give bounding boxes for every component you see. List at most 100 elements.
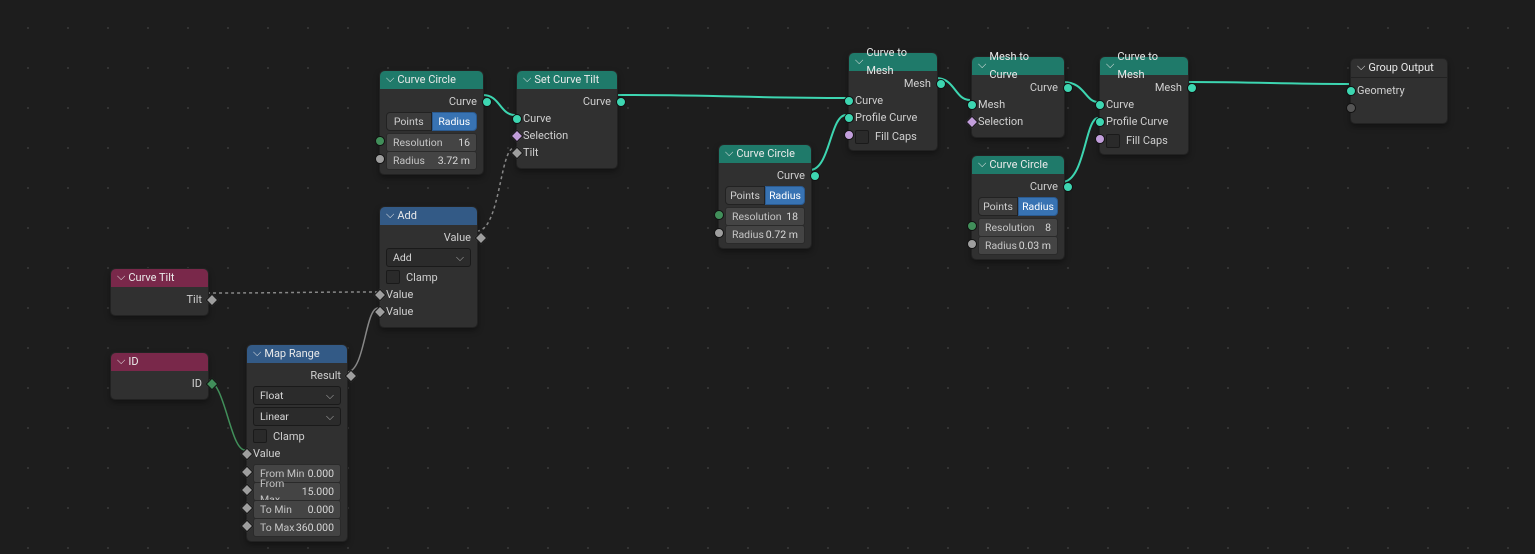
node-set-curve-tilt[interactable]: ⌵Set Curve Tilt Curve Curve Selection Ti…: [516, 70, 618, 169]
in-socket[interactable]: [241, 520, 254, 533]
node-curve-to-mesh-1[interactable]: ⌵Curve to Mesh Mesh Curve Profile Curve …: [848, 52, 938, 151]
title: Set Curve Tilt: [534, 71, 599, 89]
in-socket[interactable]: [241, 448, 254, 461]
out-socket[interactable]: [1063, 182, 1073, 192]
node-header[interactable]: ⌵Mesh to Curve: [972, 57, 1064, 75]
pill-points[interactable]: Points: [725, 186, 765, 205]
check-icon: [1106, 134, 1120, 148]
field-to-min[interactable]: To Min0.000: [253, 500, 341, 519]
title: Curve Circle: [397, 71, 456, 89]
node-map-range[interactable]: ⌵Map Range Result Float Linear Clamp Val…: [246, 344, 348, 542]
node-curve-circle-2[interactable]: ⌵Curve Circle Curve Points Radius Resolu…: [718, 144, 812, 249]
node-mesh-to-curve[interactable]: ⌵Mesh to Curve Curve Mesh Selection: [971, 56, 1065, 138]
node-group-output[interactable]: ⌵Group Output Geometry: [1350, 58, 1448, 124]
in-socket[interactable]: [241, 484, 254, 497]
node-header[interactable]: ⌵Curve Circle: [719, 145, 811, 163]
node-curve-tilt[interactable]: ⌵Curve Tilt Tilt: [110, 268, 209, 316]
field-resolution[interactable]: Resolution8: [978, 218, 1058, 237]
in-socket[interactable]: [1346, 86, 1356, 96]
in-socket[interactable]: [714, 228, 724, 238]
in-socket[interactable]: [241, 502, 254, 515]
dropdown-type[interactable]: Float: [253, 386, 341, 405]
in-socket[interactable]: [512, 114, 522, 124]
node-curve-to-mesh-2[interactable]: ⌵Curve to Mesh Mesh Curve Profile Curve …: [1099, 56, 1189, 155]
in-socket[interactable]: [714, 210, 724, 220]
out-socket[interactable]: [206, 378, 219, 391]
out-socket[interactable]: [345, 370, 358, 383]
in-socket[interactable]: [1095, 134, 1105, 144]
socket-curve-out: Curve: [386, 94, 477, 110]
node-header[interactable]: ⌵Curve Circle: [380, 71, 483, 89]
field-radius[interactable]: Radius3.72 m: [386, 151, 477, 170]
pill-radius[interactable]: Radius: [765, 186, 805, 205]
checkbox-clamp[interactable]: Clamp: [386, 269, 471, 285]
pill-radius[interactable]: Radius: [432, 112, 478, 131]
out-socket[interactable]: [1063, 83, 1073, 93]
field-radius[interactable]: Radius0.03 m: [978, 236, 1058, 255]
dropdown-interp[interactable]: Linear: [253, 407, 341, 426]
socket-result: Result: [253, 368, 341, 384]
pill-points[interactable]: Points: [386, 112, 432, 131]
node-curve-circle-3[interactable]: ⌵Curve Circle Curve Points Radius Resolu…: [971, 155, 1065, 260]
checkbox-clamp[interactable]: Clamp: [253, 428, 341, 444]
out-socket[interactable]: [810, 171, 820, 181]
pill-radius[interactable]: Radius: [1018, 197, 1058, 216]
in-socket[interactable]: [966, 116, 979, 129]
chevron-down-icon: ⌵: [523, 70, 531, 88]
node-header[interactable]: ⌵Curve Circle: [972, 156, 1064, 174]
field-from-max[interactable]: From Max15.000: [253, 482, 341, 501]
socket-value: Value: [253, 446, 341, 462]
socket-tilt: Tilt: [523, 145, 611, 161]
out-socket[interactable]: [206, 294, 219, 307]
field-resolution[interactable]: Resolution18: [725, 207, 805, 226]
in-socket[interactable]: [844, 130, 854, 140]
in-socket[interactable]: [374, 306, 387, 319]
in-socket[interactable]: [967, 239, 977, 249]
check-icon: [253, 429, 267, 443]
socket-fillcaps: Fill Caps: [1106, 131, 1182, 147]
row-radius: Radius0.03 m: [978, 236, 1058, 252]
pill-mode[interactable]: Points Radius: [725, 186, 805, 205]
out-socket[interactable]: [1187, 83, 1197, 93]
in-socket[interactable]: [1095, 117, 1105, 127]
title: Curve Tilt: [128, 269, 174, 287]
in-socket[interactable]: [967, 221, 977, 231]
socket-curve-out: Curve: [523, 94, 611, 110]
node-id[interactable]: ⌵ID ID: [110, 352, 209, 400]
pill-mode[interactable]: Points Radius: [978, 197, 1058, 216]
in-socket[interactable]: [375, 154, 385, 164]
in-socket[interactable]: [1346, 103, 1356, 113]
in-socket[interactable]: [967, 100, 977, 110]
node-curve-circle-1[interactable]: ⌵Curve Circle Curve Points Radius Resolu…: [379, 70, 484, 175]
node-header[interactable]: ⌵Curve to Mesh: [1100, 57, 1188, 75]
node-add[interactable]: ⌵Add Value Add Clamp Value Value: [379, 206, 478, 328]
field-radius[interactable]: Radius0.72 m: [725, 225, 805, 244]
node-header[interactable]: ⌵Set Curve Tilt: [517, 71, 617, 89]
in-socket[interactable]: [511, 130, 524, 143]
pill-mode[interactable]: Points Radius: [386, 112, 477, 131]
node-header[interactable]: ⌵Curve Tilt: [111, 269, 208, 287]
node-header[interactable]: ⌵Group Output: [1351, 59, 1447, 78]
node-header[interactable]: ⌵ID: [111, 353, 208, 371]
out-socket[interactable]: [936, 79, 946, 89]
in-socket[interactable]: [511, 147, 524, 160]
in-socket[interactable]: [844, 113, 854, 123]
check-icon: [386, 270, 400, 284]
node-header[interactable]: ⌵Map Range: [247, 345, 347, 363]
pill-points[interactable]: Points: [978, 197, 1018, 216]
out-socket[interactable]: [616, 97, 626, 107]
in-socket[interactable]: [1095, 100, 1105, 110]
socket-geometry: Geometry: [1357, 83, 1441, 99]
in-socket[interactable]: [374, 289, 387, 302]
in-socket[interactable]: [844, 96, 854, 106]
dropdown-op[interactable]: Add: [386, 248, 471, 267]
node-header[interactable]: ⌵Add: [380, 207, 477, 225]
title: Curve to Mesh: [866, 44, 931, 80]
node-header[interactable]: ⌵Curve to Mesh: [849, 53, 937, 71]
out-socket[interactable]: [482, 97, 492, 107]
field-resolution[interactable]: Resolution16: [386, 133, 477, 152]
in-socket[interactable]: [241, 466, 254, 479]
out-socket[interactable]: [475, 232, 488, 245]
field-to-max[interactable]: To Max360.000: [253, 518, 341, 537]
in-socket[interactable]: [375, 136, 385, 146]
